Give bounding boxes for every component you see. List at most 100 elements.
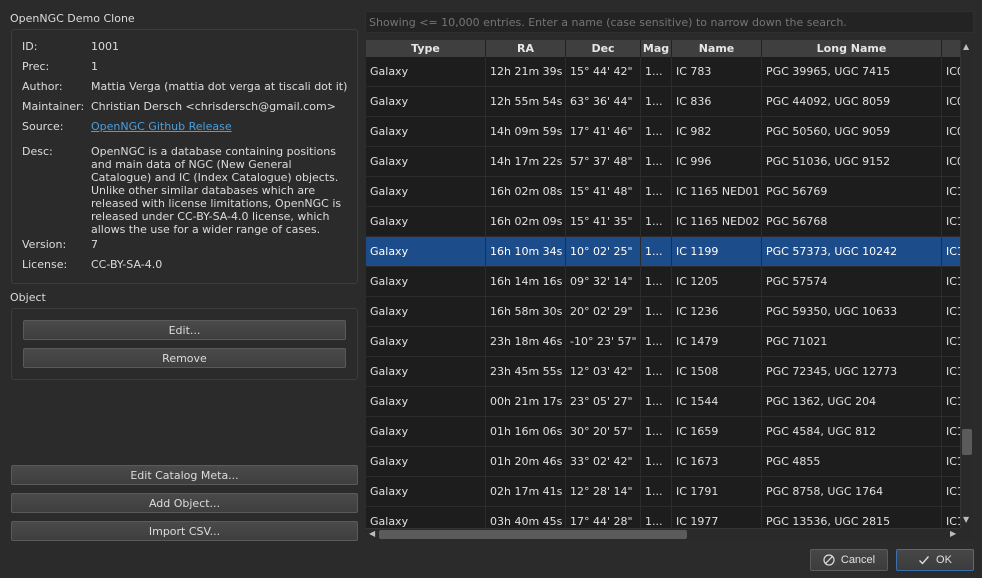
edit-object-label: Edit... xyxy=(168,323,201,337)
cell-type: Galaxy xyxy=(366,177,486,207)
cell-type: Galaxy xyxy=(366,207,486,237)
vertical-scroll-thumb[interactable] xyxy=(962,429,972,455)
ok-button[interactable]: OK xyxy=(896,549,974,571)
cell-mag: 1... xyxy=(641,357,672,387)
scroll-right-arrow-icon[interactable]: ▶ xyxy=(950,529,956,539)
table-row[interactable]: Galaxy 23h 18m 46s -10° 23' 57" 1... IC 1479… xyxy=(366,327,960,357)
cell-name: IC 1165 NED01 xyxy=(672,177,762,207)
table-row[interactable]: Galaxy 02h 17m 41s 12° 28' 14" 1... IC 1791 P… xyxy=(366,477,960,507)
header-col-extra[interactable]: I xyxy=(942,40,960,57)
checkmark-icon xyxy=(919,556,930,565)
cell-dec: 57° 37' 48" xyxy=(566,147,641,177)
info-id-label: ID: xyxy=(22,40,38,53)
cell-extra: IC1 xyxy=(942,357,960,387)
info-desc-label: Desc: xyxy=(22,145,53,158)
cell-dec: 17° 44' 28" xyxy=(566,507,641,528)
cell-long-name: PGC 13536, UGC 2815 xyxy=(762,507,942,528)
table-row[interactable]: Galaxy 14h 09m 59s 17° 41' 46" 1... IC 982 PG… xyxy=(366,117,960,147)
info-license-value: CC-BY-SA-4.0 xyxy=(91,258,163,271)
cell-ra: 12h 21m 39s xyxy=(486,57,566,87)
cell-ra: 16h 02m 09s xyxy=(486,207,566,237)
info-desc-value: OpenNGC is a database containing positio… xyxy=(91,145,342,236)
cell-dec: 12° 03' 42" xyxy=(566,357,641,387)
cell-long-name: PGC 57373, UGC 10242 xyxy=(762,237,942,267)
info-maintainer-label: Maintainer: xyxy=(22,100,85,113)
table-row[interactable]: Galaxy 00h 21m 17s 23° 05' 27" 1... IC 1544 P… xyxy=(366,387,960,417)
cell-dec: 15° 41' 48" xyxy=(566,177,641,207)
edit-catalog-meta-label: Edit Catalog Meta... xyxy=(130,468,239,482)
header-col-name[interactable]: Name xyxy=(672,40,762,57)
cell-ra: 14h 09m 59s xyxy=(486,117,566,147)
import-csv-label: Import CSV... xyxy=(148,524,221,538)
cell-type: Galaxy xyxy=(366,417,486,447)
cell-type: Galaxy xyxy=(366,57,486,87)
scroll-down-arrow-icon[interactable]: ▼ xyxy=(963,515,969,525)
horizontal-scroll-thumb[interactable] xyxy=(379,530,687,539)
source-link[interactable]: OpenNGC Github Release xyxy=(91,120,232,133)
cell-extra: IC1 xyxy=(942,387,960,417)
cell-ra: 02h 17m 41s xyxy=(486,477,566,507)
table-row[interactable]: Galaxy 12h 21m 39s 15° 44' 42" 1... IC 783 PG… xyxy=(366,57,960,87)
info-author-label: Author: xyxy=(22,80,63,93)
scroll-up-arrow-icon[interactable]: ▲ xyxy=(963,42,969,52)
header-col-ra[interactable]: RA xyxy=(486,40,566,57)
cell-ra: 14h 17m 22s xyxy=(486,147,566,177)
table-row[interactable]: Galaxy 16h 58m 30s 20° 02' 29" 1... IC 1236 P… xyxy=(366,297,960,327)
table-row[interactable]: Galaxy 16h 14m 16s 09° 32' 14" 1... IC 1205 P… xyxy=(366,267,960,297)
cell-name: IC 1236 xyxy=(672,297,762,327)
cell-type: Galaxy xyxy=(366,87,486,117)
remove-object-button[interactable]: Remove xyxy=(23,348,346,368)
cell-mag: 1... xyxy=(641,177,672,207)
table-row[interactable]: Galaxy 16h 10m 34s 10° 02' 25" 1... IC 1199 P… xyxy=(366,237,960,267)
object-group-title: Object xyxy=(10,291,46,304)
header-col-type[interactable]: Type xyxy=(366,40,486,57)
table-row[interactable]: Galaxy 16h 02m 09s 15° 41' 35" 1... IC 1165 … xyxy=(366,207,960,237)
objects-table[interactable]: TypeRADecMagNameLong NameI Galaxy12h 21m… xyxy=(366,40,960,528)
cell-dec: 33° 02' 42" xyxy=(566,447,641,477)
scroll-left-arrow-icon[interactable]: ◀ xyxy=(369,529,375,539)
cell-long-name: PGC 56768 xyxy=(762,207,942,237)
cell-ra: 01h 16m 06s xyxy=(486,417,566,447)
header-col-mag[interactable]: Mag xyxy=(641,40,672,57)
cell-long-name: PGC 72345, UGC 12773 xyxy=(762,357,942,387)
cancel-button[interactable]: Cancel xyxy=(810,549,888,571)
table-row[interactable]: Galaxy 12h 55m 54s 63° 36' 44" 1... IC 836 PG… xyxy=(366,87,960,117)
cell-dec: 17° 41' 46" xyxy=(566,117,641,147)
cell-extra: IC1 xyxy=(942,207,960,237)
cell-extra: IC0 xyxy=(942,57,960,87)
cell-long-name: PGC 57574 xyxy=(762,267,942,297)
cell-mag: 1... xyxy=(641,447,672,477)
cell-long-name: PGC 4855 xyxy=(762,447,942,477)
remove-object-label: Remove xyxy=(162,351,207,365)
cell-type: Galaxy xyxy=(366,267,486,297)
table-row[interactable]: Galaxy 16h 02m 08s 15° 41' 48" 1... IC 1165 … xyxy=(366,177,960,207)
add-object-button[interactable]: Add Object... xyxy=(11,493,358,513)
cell-long-name: PGC 51036, UGC 9152 xyxy=(762,147,942,177)
import-csv-button[interactable]: Import CSV... xyxy=(11,521,358,541)
edit-catalog-meta-button[interactable]: Edit Catalog Meta... xyxy=(11,465,358,485)
table-row[interactable]: Galaxy 23h 45m 55s 12° 03' 42" 1... IC 1508 P… xyxy=(366,357,960,387)
cell-ra: 03h 40m 45s xyxy=(486,507,566,528)
search-input[interactable] xyxy=(365,11,974,33)
cell-ra: 01h 20m 46s xyxy=(486,447,566,477)
ok-label: OK xyxy=(936,554,952,566)
cell-name: IC 1479 xyxy=(672,327,762,357)
cell-type: Galaxy xyxy=(366,357,486,387)
cell-type: Galaxy xyxy=(366,447,486,477)
table-row[interactable]: Galaxy 01h 16m 06s 30° 20' 57" 1... IC 1659 P… xyxy=(366,417,960,447)
cell-mag: 1... xyxy=(641,267,672,297)
cell-extra: IC0 xyxy=(942,147,960,177)
cell-name: IC 836 xyxy=(672,87,762,117)
add-object-label: Add Object... xyxy=(148,496,221,510)
cell-name: IC 783 xyxy=(672,57,762,87)
header-col-long-name[interactable]: Long Name xyxy=(762,40,942,57)
header-col-dec[interactable]: Dec xyxy=(566,40,641,57)
cell-long-name: PGC 8758, UGC 1764 xyxy=(762,477,942,507)
table-row[interactable]: Galaxy 14h 17m 22s 57° 37' 48" 1... IC 996 PG… xyxy=(366,147,960,177)
table-row[interactable]: Galaxy 03h 40m 45s 17° 44' 28" 1... IC 1977 P… xyxy=(366,507,960,528)
cell-mag: 1... xyxy=(641,477,672,507)
cell-extra: IC0 xyxy=(942,87,960,117)
table-row[interactable]: Galaxy 01h 20m 46s 33° 02' 42" 1... IC 1673 P… xyxy=(366,447,960,477)
edit-object-button[interactable]: Edit... xyxy=(23,320,346,340)
cell-type: Galaxy xyxy=(366,387,486,417)
